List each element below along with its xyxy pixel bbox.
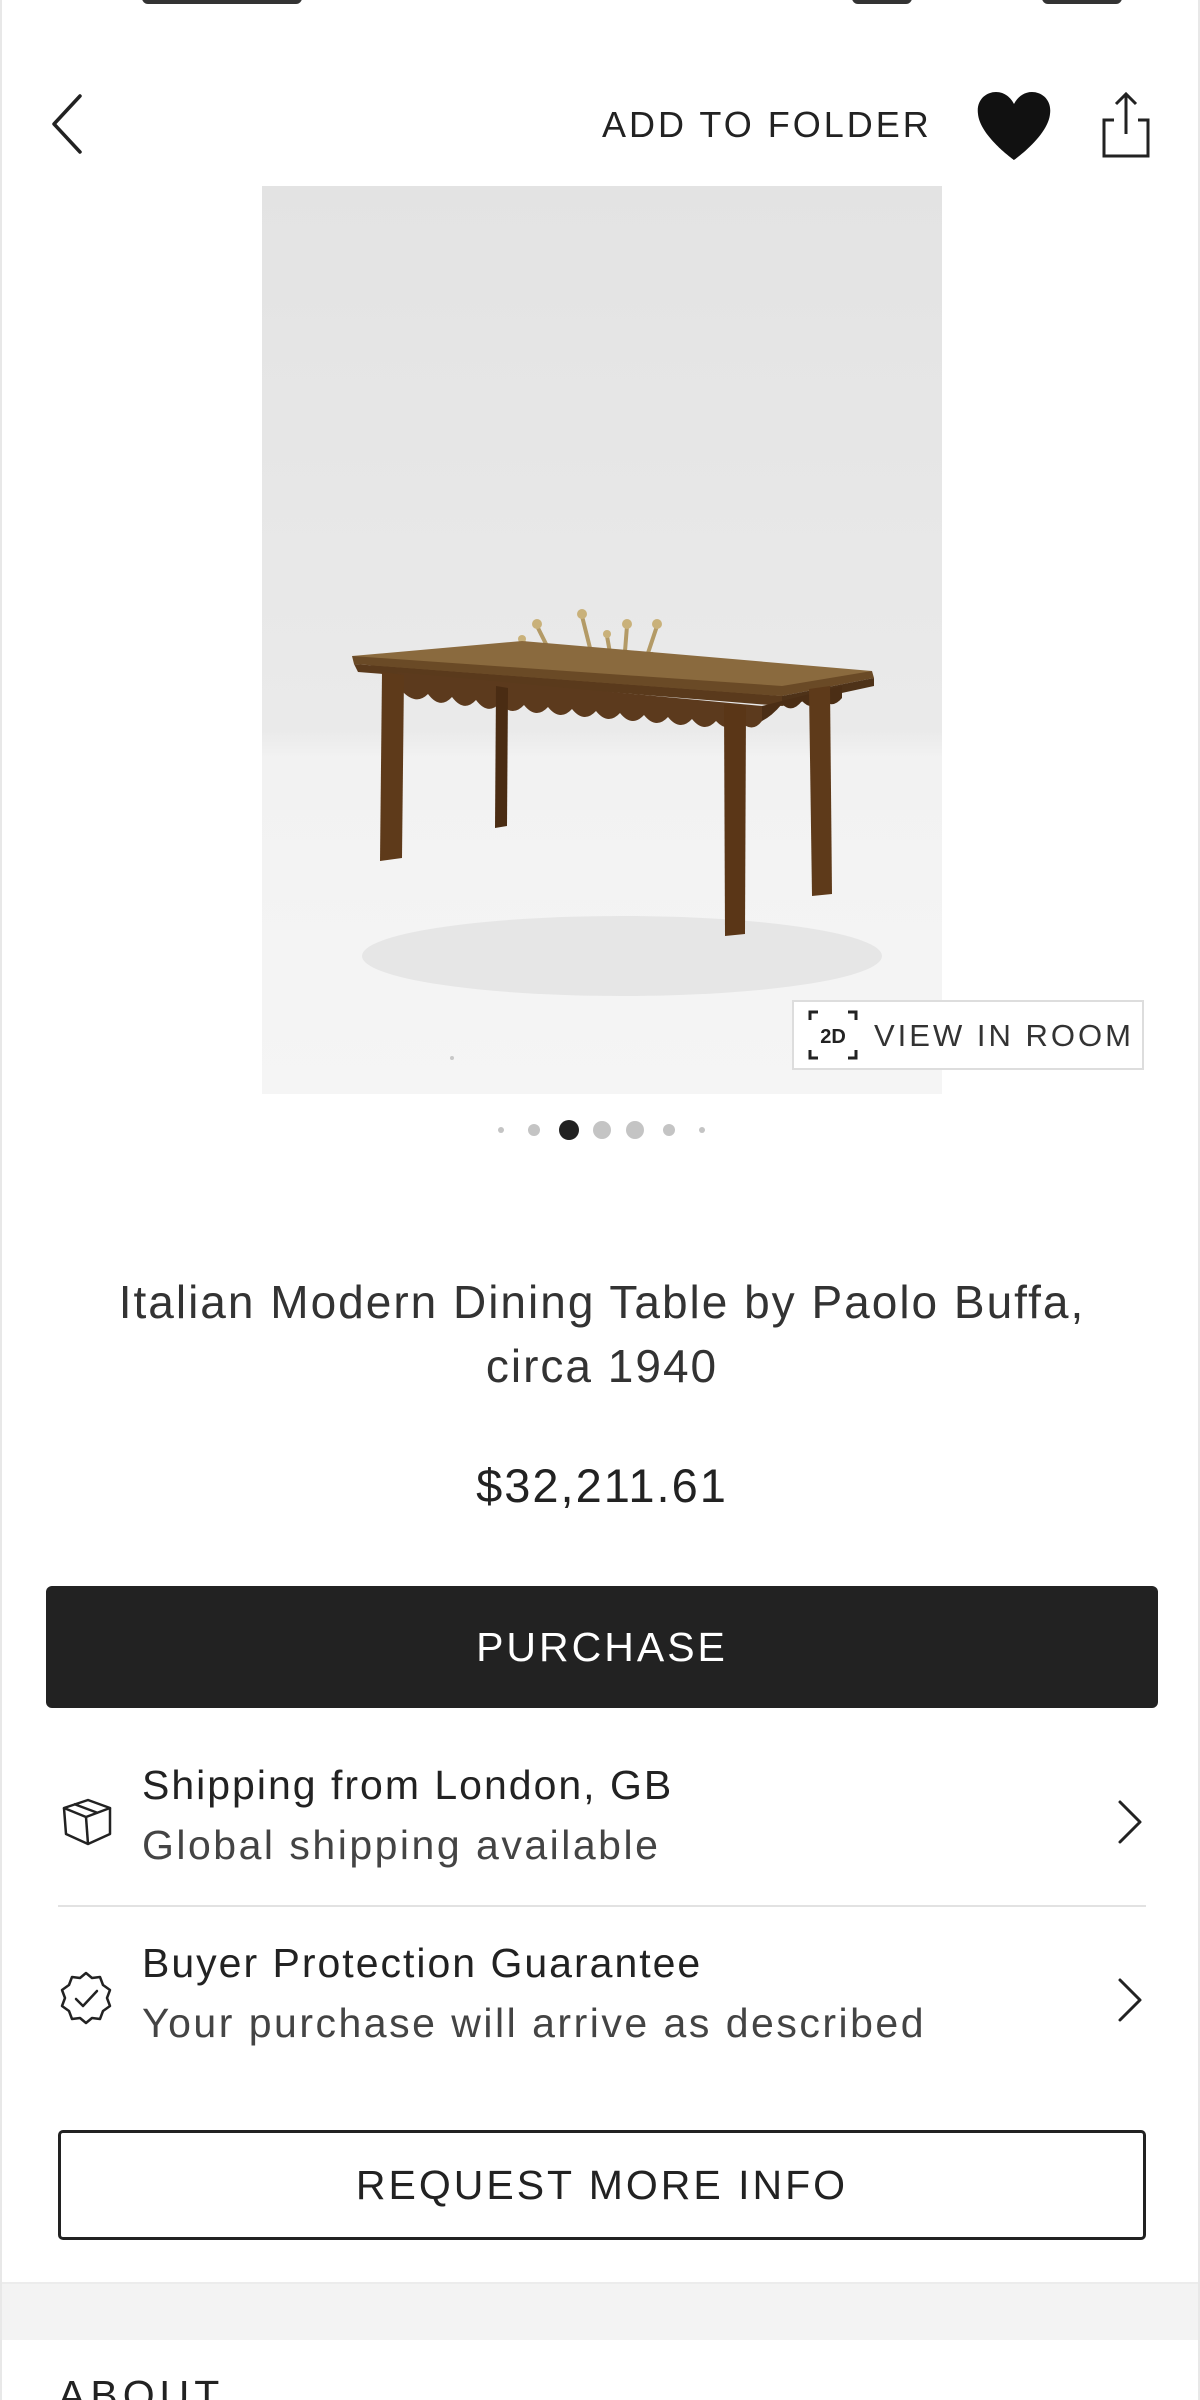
share-button[interactable] — [1096, 90, 1156, 160]
request-more-info-button[interactable]: REQUEST MORE INFO — [58, 2130, 1146, 2240]
chevron-right-icon — [1118, 1800, 1142, 1844]
protection-title: Buyer Protection Guarantee — [142, 1940, 703, 1986]
favorite-button[interactable] — [974, 88, 1054, 164]
status-bar-remnant — [852, 0, 912, 4]
share-icon — [1102, 91, 1150, 158]
view-in-room-button[interactable]: 2D VIEW IN ROOM — [792, 1000, 1144, 1070]
carousel-dot[interactable] — [699, 1127, 705, 1133]
shipping-title: Shipping from London, GB — [142, 1762, 674, 1808]
carousel-dot[interactable] — [626, 1121, 644, 1139]
about-section-heading: ABOUT — [58, 2372, 225, 2400]
view-in-room-label: VIEW IN ROOM — [874, 1018, 1134, 1053]
ar-2d-icon: 2D — [808, 1010, 858, 1060]
dining-table-photo — [352, 609, 882, 1060]
carousel-dot[interactable] — [593, 1121, 611, 1139]
add-to-folder-button[interactable]: ADD TO FOLDER — [602, 104, 932, 146]
row-divider — [58, 1905, 1146, 1907]
carousel-dot[interactable] — [663, 1124, 675, 1136]
carousel-dot-active[interactable] — [559, 1120, 579, 1140]
product-title: Italian Modern Dining Table by Paolo Buf… — [118, 1276, 1086, 1392]
purchase-button[interactable]: PURCHASE — [46, 1586, 1158, 1708]
carousel-dot[interactable] — [498, 1127, 504, 1133]
shipping-subtitle: Global shipping available — [142, 1822, 661, 1868]
shipping-info-row[interactable]: Shipping from London, GB Global shipping… — [58, 1756, 1146, 1906]
shield-check-icon — [60, 1971, 112, 2025]
buyer-protection-row[interactable]: Buyer Protection Guarantee Your purchase… — [58, 1934, 1146, 2084]
carousel-dots — [2, 1118, 1198, 1142]
back-button[interactable] — [42, 88, 98, 160]
product-image[interactable] — [262, 186, 942, 1094]
status-bar-remnant — [1042, 0, 1122, 4]
package-icon — [62, 1798, 112, 1846]
chevron-right-icon — [1118, 1978, 1142, 2022]
heart-icon — [977, 92, 1051, 160]
product-price: $32,211.61 — [476, 1459, 728, 1512]
protection-subtitle: Your purchase will arrive as described — [142, 2000, 926, 2046]
carousel-dot[interactable] — [528, 1124, 540, 1136]
ar-2d-badge-text: 2D — [820, 1026, 846, 1048]
section-separator — [2, 2282, 1198, 2340]
product-detail-screen: ADD TO FOLDER 2D VIEW IN ROOM Italian Mo… — [0, 0, 1200, 2400]
status-bar-remnant — [142, 0, 302, 4]
chevron-left-icon — [52, 94, 82, 154]
